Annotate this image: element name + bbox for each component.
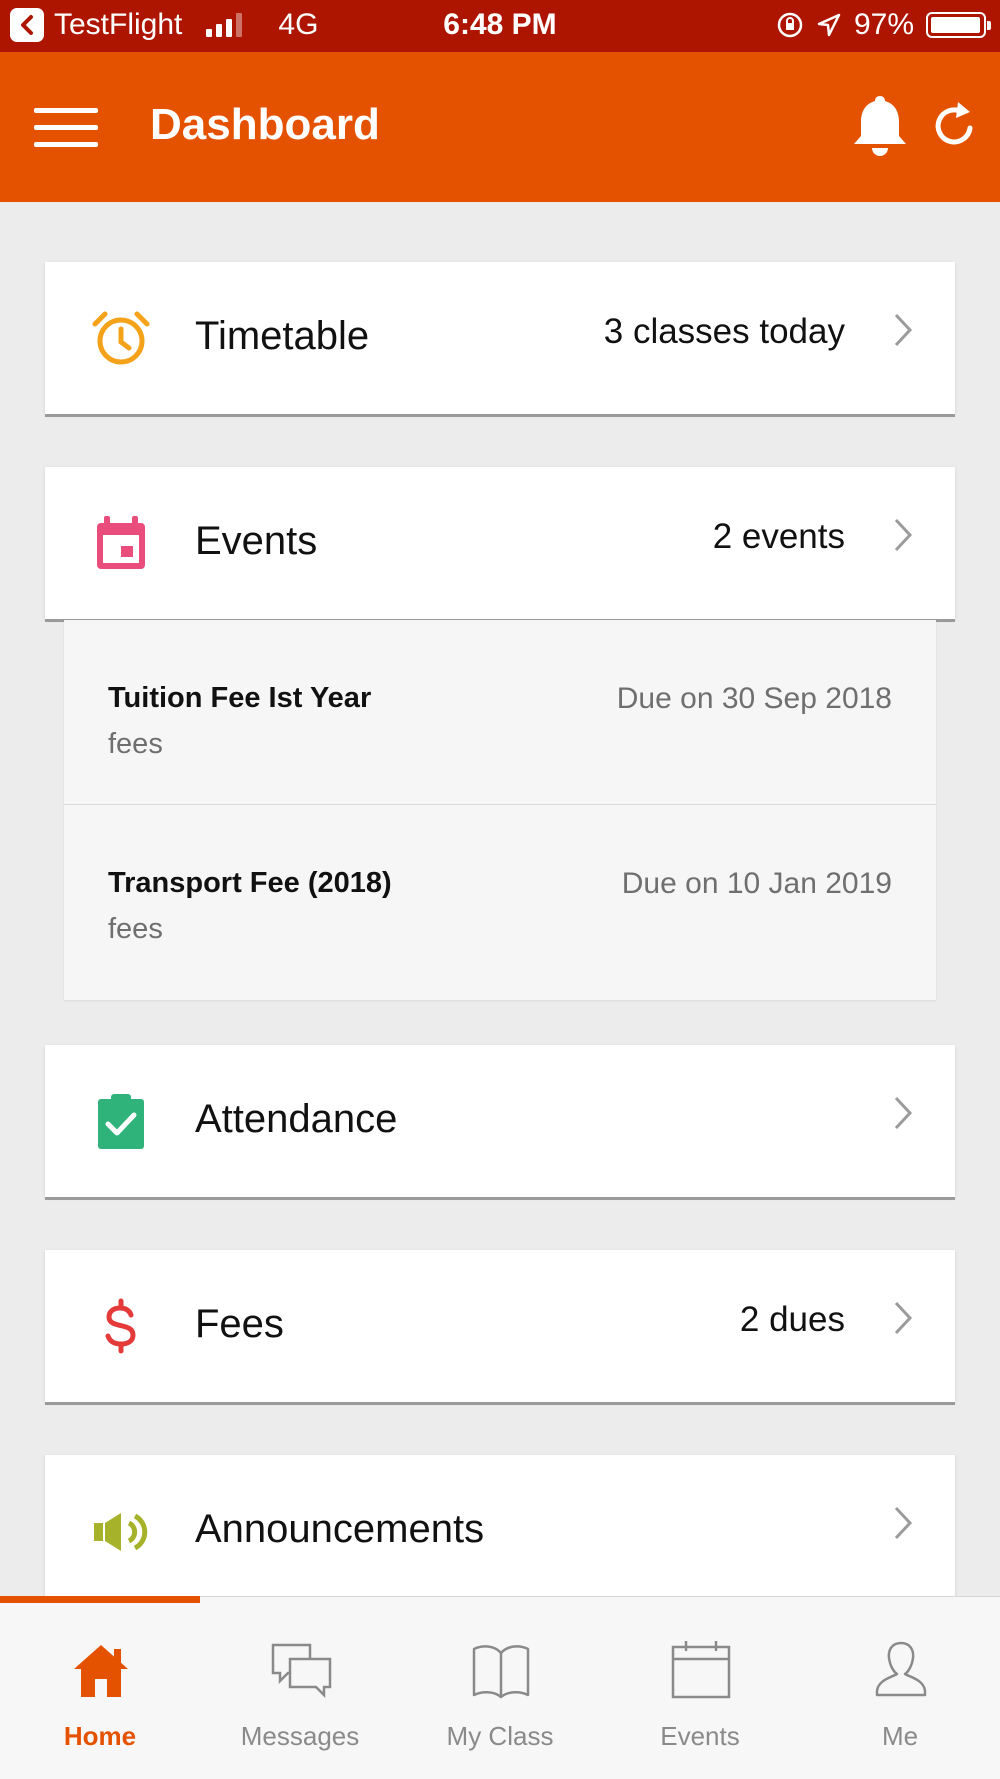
announcements-label: Announcements — [195, 1507, 485, 1551]
fee-due-date: Due on 30 Sep 2018 — [616, 682, 892, 715]
attendance-card[interactable]: Attendance — [45, 1045, 955, 1197]
tab-messages[interactable]: Messages — [200, 1597, 400, 1779]
messages-icon — [271, 1643, 332, 1699]
tab-my-class[interactable]: My Class — [400, 1597, 600, 1779]
battery-percent: 97% — [853, 8, 914, 41]
dollar-icon — [105, 1298, 136, 1354]
tab-label: Events — [660, 1721, 740, 1751]
chevron-right-icon — [894, 1096, 913, 1130]
megaphone-icon — [94, 1513, 148, 1551]
person-icon — [875, 1641, 927, 1697]
fees-label: Fees — [195, 1302, 284, 1346]
timetable-card[interactable]: Timetable 3 classes today — [45, 262, 955, 414]
list-item[interactable]: Tuition Fee Ist Year fees Due on 30 Sep … — [64, 620, 936, 808]
fees-meta: 2 dues — [739, 1300, 845, 1339]
chevron-right-icon — [894, 1301, 913, 1335]
status-right: 97% — [776, 8, 991, 42]
fee-name: Tuition Fee Ist Year — [108, 682, 372, 714]
rotation-lock-icon — [777, 12, 803, 38]
tab-home[interactable]: Home — [0, 1597, 200, 1779]
battery-icon — [926, 12, 991, 38]
tab-me[interactable]: Me — [800, 1597, 1000, 1779]
tab-label: Messages — [240, 1721, 360, 1751]
home-icon — [74, 1645, 128, 1697]
menu-icon[interactable] — [34, 108, 98, 148]
battery-fill — [931, 17, 980, 33]
chevron-right-icon — [894, 518, 913, 552]
book-icon — [472, 1645, 530, 1699]
status-bar: TestFlight 4G 6:48 PM 97% — [0, 0, 1000, 52]
fee-type: fees — [108, 913, 163, 945]
page-title: Dashboard — [150, 100, 380, 149]
fee-name: Transport Fee (2018) — [108, 867, 392, 899]
app-bar: Dashboard — [0, 52, 1000, 202]
chevron-right-icon — [894, 1506, 913, 1540]
bottom-tab-bar: Home Messages My Class Events Me — [0, 1596, 1000, 1779]
bell-icon[interactable] — [850, 92, 910, 160]
calendar-icon — [97, 516, 145, 569]
alarm-clock-icon — [92, 311, 150, 365]
refresh-icon[interactable] — [930, 98, 978, 152]
fee-due-date: Due on 10 Jan 2019 — [621, 867, 892, 900]
fees-card[interactable]: Fees 2 dues — [45, 1250, 955, 1402]
events-card[interactable]: Events 2 events — [45, 467, 955, 619]
events-label: Events — [195, 519, 318, 563]
tab-events[interactable]: Events — [600, 1597, 800, 1779]
fee-type: fees — [108, 728, 163, 760]
timetable-label: Timetable — [195, 314, 370, 358]
fees-due-list: Tuition Fee Ist Year fees Due on 30 Sep … — [64, 620, 936, 1000]
tab-label: My Class — [446, 1721, 554, 1751]
announcements-card[interactable]: Announcements — [45, 1455, 955, 1607]
timetable-meta: 3 classes today — [603, 312, 845, 351]
attendance-label: Attendance — [195, 1097, 398, 1141]
events-meta: 2 events — [712, 517, 845, 556]
calendar-icon — [671, 1641, 731, 1699]
chevron-right-icon — [894, 313, 913, 347]
tab-label: Home — [63, 1721, 137, 1751]
list-item[interactable]: Transport Fee (2018) fees Due on 10 Jan … — [64, 804, 936, 993]
clipboard-check-icon — [98, 1094, 144, 1149]
tab-label: Me — [881, 1721, 919, 1751]
location-icon — [817, 13, 841, 37]
